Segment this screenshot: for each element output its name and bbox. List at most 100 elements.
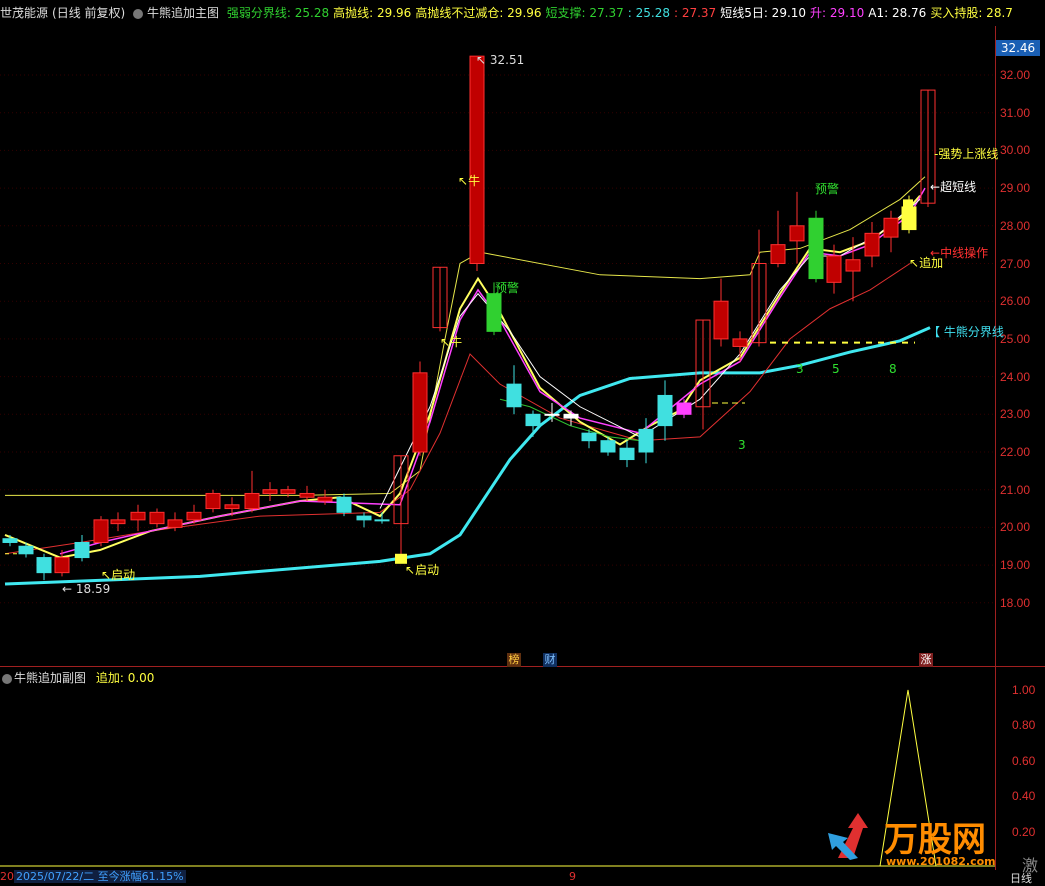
candle-body <box>770 244 786 264</box>
header-item: 高抛线: 29.96 <box>333 6 412 20</box>
buy-marker <box>903 199 913 230</box>
candle-body <box>224 504 240 510</box>
price-tick: 20.00 <box>1000 520 1031 535</box>
candle-body <box>544 413 560 416</box>
candle-body <box>280 489 296 494</box>
price-tick: 24.00 <box>1000 369 1031 384</box>
candle-body <box>525 413 541 427</box>
sub-tick: 0.20 <box>1012 824 1036 839</box>
period-label[interactable]: (日线 前复权) <box>52 6 125 20</box>
candle-body <box>54 557 70 574</box>
price-tick: 26.00 <box>1000 294 1031 309</box>
count-3b: 3 <box>796 362 804 376</box>
sub-tick: 1.00 <box>1012 683 1036 697</box>
candle-body <box>657 394 673 427</box>
price-tick: 21.00 <box>1000 482 1031 497</box>
price-tick: 22.00 <box>1000 445 1031 459</box>
rank-badge[interactable]: 榜 <box>507 653 521 667</box>
status-bar: 20 2025/07/22/二 至今涨幅61.15% <box>0 870 186 884</box>
candle-body <box>600 440 616 453</box>
header-item: A1: 28.76 <box>868 6 927 20</box>
sub-tick: 0.40 <box>1012 789 1036 804</box>
status-mid-num: 9 <box>569 870 576 883</box>
current-price-box: 32.46 <box>996 40 1040 56</box>
price-tick: 32.00 <box>1000 68 1031 82</box>
brand-arrow-icon <box>828 813 868 860</box>
candle-body <box>563 413 579 419</box>
settings-dot-icon[interactable] <box>133 8 144 19</box>
candle-body <box>167 519 183 528</box>
price-tick: 25.00 <box>1000 331 1031 346</box>
sub-tick: 0.80 <box>1012 718 1036 733</box>
stock-name[interactable]: 世茂能源 <box>0 6 48 20</box>
price-tick: 30.00 <box>1000 143 1031 158</box>
candle-body <box>713 300 729 340</box>
status-date: 2025/07/22/二 至今涨幅61.15% <box>14 870 186 883</box>
alert-label-2: 预警 <box>815 182 840 196</box>
status-left-num: 20 <box>0 870 14 883</box>
price-tick: 18.00 <box>1000 595 1031 610</box>
price-tick: 19.00 <box>1000 558 1031 573</box>
niu-signal-1: ↖牛 <box>458 174 481 188</box>
candle-body <box>93 519 109 543</box>
strong-up-line-label: -强势上涨线 <box>934 147 999 161</box>
candle-body <box>486 293 502 332</box>
candle-body <box>244 492 260 510</box>
sub-tick: 0.60 <box>1012 753 1036 768</box>
brand-logo-text: 万股网 <box>884 820 986 860</box>
start-signal-2: ↖启动 <box>405 563 440 577</box>
candle-body <box>299 492 315 498</box>
candle-body <box>205 492 221 510</box>
candle-body <box>506 383 522 408</box>
high-price-label: ↖ 32.51 <box>476 53 525 67</box>
brand-url: www.201082.com <box>886 855 996 868</box>
count-3a: 3 <box>738 438 746 452</box>
candle-body <box>826 255 842 283</box>
candle-body <box>732 338 748 347</box>
header-values: 强弱分界线: 25.28 高抛线: 29.96 高抛线不过减仓: 29.96 短支撑:… <box>227 6 1017 20</box>
start-signal-1: ↖启动 <box>101 568 136 582</box>
price-tick: 31.00 <box>1000 105 1031 120</box>
candle-body <box>676 402 692 415</box>
candle-body <box>110 519 126 525</box>
header-item: 买入持股: 28.7 <box>930 6 1013 20</box>
candle-body <box>864 232 880 257</box>
alert-label-1: 预警 <box>495 281 520 295</box>
candle-body <box>18 545 34 555</box>
candle-body <box>356 515 372 521</box>
main-price-chart[interactable] <box>0 26 995 666</box>
candle-body <box>149 511 165 525</box>
low-price-label: ← 18.59 <box>62 582 111 596</box>
header-item: : 27.37 <box>673 6 717 20</box>
candle-body <box>581 432 597 442</box>
candle-body <box>374 519 390 522</box>
candle-body <box>186 511 202 521</box>
bull-bear-line-label: 【 牛熊分界线 <box>928 325 1004 339</box>
super-short-line-label: ←超短线 <box>930 180 977 194</box>
indicator-header: 世茂能源 (日线 前复权) 牛熊追加主图 强弱分界线: 25.28 高抛线: 29.… <box>0 0 1045 26</box>
price-tick: 29.00 <box>1000 181 1031 196</box>
price-tick: 28.00 <box>1000 218 1031 233</box>
limit-up-badge[interactable]: 涨 <box>919 653 933 667</box>
header-item: 升: 29.10 <box>810 6 865 20</box>
candle-body <box>36 557 52 574</box>
indicator-name[interactable]: 牛熊追加主图 <box>147 6 219 20</box>
candle-body <box>412 372 428 453</box>
candle-body <box>317 496 333 502</box>
bull-bear-line <box>4 326 931 586</box>
header-item: 短支撑: 27.37 <box>545 6 624 20</box>
upper-band-line <box>5 176 926 496</box>
candle-body <box>336 496 352 513</box>
candle-body <box>74 541 90 559</box>
candle-body <box>2 538 18 543</box>
candle-body <box>619 447 635 461</box>
finance-badge[interactable]: 财 <box>543 653 557 667</box>
candle-body <box>469 55 485 265</box>
header-item: 强弱分界线: 25.28 <box>226 6 330 20</box>
mid-op-line-label: ←中线操作 <box>930 246 989 260</box>
pane-divider <box>0 666 1045 667</box>
candle-body <box>883 217 899 238</box>
header-item: 高抛线不过减仓: 29.96 <box>415 6 542 20</box>
count-5: 5 <box>832 362 840 376</box>
count-8: 8 <box>889 362 897 376</box>
